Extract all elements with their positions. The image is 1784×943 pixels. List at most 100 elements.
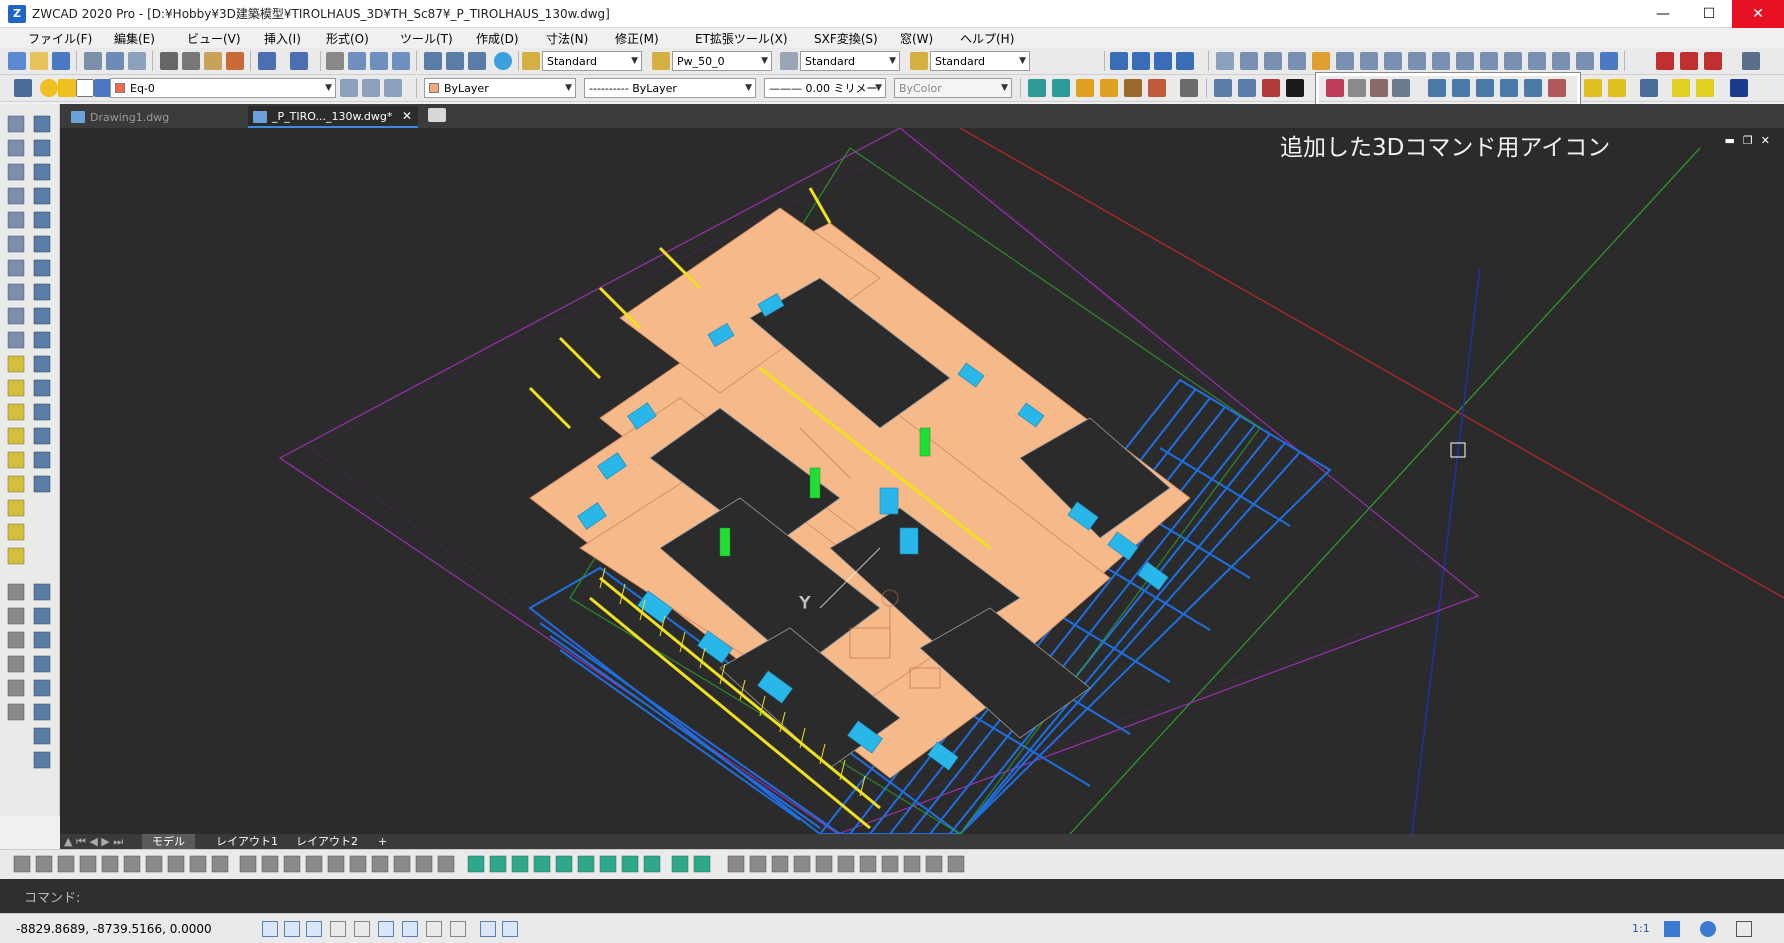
linetype-dropdown[interactable]: ---------- ByLayer ▼ <box>584 78 756 98</box>
multileader-style-dropdown[interactable]: Standard ▼ <box>930 51 1030 71</box>
osnap-toggle-icon[interactable] <box>354 921 370 937</box>
cut-icon[interactable] <box>160 52 178 70</box>
menu-help[interactable]: ヘルプ(H) <box>960 30 1014 47</box>
zoom-previous-icon[interactable] <box>392 52 410 70</box>
extend-icon[interactable] <box>1456 52 1474 70</box>
snap-toggle-icon[interactable] <box>284 921 300 937</box>
menu-sxf[interactable]: SXF変換(S) <box>814 30 878 47</box>
tab-close-button[interactable]: ✕ <box>402 109 412 123</box>
settings-gear-icon[interactable] <box>1700 921 1716 937</box>
design-center-icon[interactable] <box>446 52 464 70</box>
redo-icon[interactable] <box>290 52 308 70</box>
plot-icon[interactable] <box>84 52 102 70</box>
match-properties-icon[interactable] <box>226 52 244 70</box>
dim-style-icon[interactable] <box>652 52 670 70</box>
viewport-restore-button[interactable]: ❐ <box>1743 134 1753 147</box>
light-2-icon[interactable] <box>1100 79 1118 97</box>
array-icon[interactable] <box>1312 52 1330 70</box>
custom-b-icon[interactable] <box>1608 79 1626 97</box>
layer-previous-2-icon[interactable] <box>362 79 380 97</box>
custom-cmd-4-icon[interactable] <box>1742 52 1760 70</box>
help-icon[interactable] <box>494 52 512 70</box>
zoom-realtime-icon[interactable] <box>348 52 366 70</box>
minimize-button[interactable]: — <box>1640 0 1686 28</box>
menu-dimension[interactable]: 寸法(N) <box>546 30 588 47</box>
erase-icon[interactable] <box>1216 52 1234 70</box>
ortho-toggle-icon[interactable] <box>306 921 322 937</box>
plotstyle-dropdown[interactable]: ByColor ▼ <box>894 78 1012 98</box>
mirror-icon[interactable] <box>1264 52 1282 70</box>
lineweight-toggle-icon[interactable] <box>426 921 442 937</box>
paste-icon[interactable] <box>204 52 222 70</box>
custom-a-icon[interactable] <box>1584 79 1602 97</box>
view-1-icon[interactable] <box>1028 79 1046 97</box>
color-dropdown[interactable]: ByLayer ▼ <box>424 78 576 98</box>
table-style-icon[interactable] <box>780 52 798 70</box>
text-style-dropdown[interactable]: Standard ▼ <box>542 51 642 71</box>
tab-layout1[interactable]: レイアウト1 <box>216 834 278 849</box>
stretch-icon[interactable] <box>1408 52 1426 70</box>
explode-icon[interactable] <box>1576 52 1594 70</box>
lock-icon[interactable] <box>1180 79 1198 97</box>
grid-toggle-icon[interactable] <box>262 921 278 937</box>
menu-view[interactable]: ビュー(V) <box>187 30 241 47</box>
annotation-scale[interactable]: 1:1 <box>1632 922 1650 935</box>
multileader-style-icon[interactable] <box>910 52 928 70</box>
viewport-minimize-button[interactable]: ▬ <box>1725 134 1735 147</box>
menu-et-tools[interactable]: ET拡張ツール(X) <box>695 30 788 47</box>
vd-icon[interactable] <box>1286 79 1304 97</box>
zoom-window-icon[interactable] <box>370 52 388 70</box>
chamfer-icon[interactable] <box>1528 52 1546 70</box>
open-file-icon[interactable] <box>30 52 48 70</box>
custom-cmd-2-icon[interactable] <box>1680 52 1698 70</box>
fillet-icon[interactable] <box>1552 52 1570 70</box>
properties-icon[interactable] <box>424 52 442 70</box>
copy-icon[interactable] <box>182 52 200 70</box>
fullscreen-icon[interactable] <box>1736 921 1752 937</box>
table-style-dropdown[interactable]: Standard ▼ <box>800 51 900 71</box>
polar-toggle-icon[interactable] <box>330 921 346 937</box>
annotation-monitor-icon[interactable] <box>502 921 518 937</box>
otrack-toggle-icon[interactable] <box>378 921 394 937</box>
menu-edit[interactable]: 編集(E) <box>114 30 155 47</box>
workspace-icon[interactable] <box>1664 921 1680 937</box>
join-icon[interactable] <box>1504 52 1522 70</box>
custom-cmd-1-icon[interactable] <box>1656 52 1674 70</box>
view-2-icon[interactable] <box>1052 79 1070 97</box>
dynamic-input-toggle-icon[interactable] <box>402 921 418 937</box>
make-current-icon[interactable] <box>340 79 358 97</box>
break-icon[interactable] <box>1480 52 1498 70</box>
tab-model[interactable]: モデル <box>142 834 195 849</box>
layer-lock-icon[interactable] <box>76 79 94 97</box>
bottom-toolbar-icons[interactable] <box>0 850 1784 880</box>
custom-e-icon[interactable] <box>1696 79 1714 97</box>
layer-on-icon[interactable] <box>40 79 58 97</box>
layer-states-2-icon[interactable] <box>384 79 402 97</box>
tab-layout2[interactable]: レイアウト2 <box>296 834 358 849</box>
undo-icon[interactable] <box>258 52 276 70</box>
custom-cmd-3-icon[interactable] <box>1704 52 1722 70</box>
offset-icon[interactable] <box>1288 52 1306 70</box>
move-icon[interactable] <box>1336 52 1354 70</box>
tab-active-drawing[interactable]: _P_TIRO..._130w.dwg* ✕ <box>248 106 418 128</box>
layer-match-icon[interactable] <box>1132 52 1150 70</box>
menu-file[interactable]: ファイル(F) <box>28 30 92 47</box>
tab-drawing1[interactable]: Drawing1.dwg <box>66 106 246 128</box>
viewport-close-button[interactable]: ✕ <box>1761 134 1770 147</box>
pan-icon[interactable] <box>326 52 344 70</box>
insert-block-icon[interactable] <box>1262 79 1280 97</box>
plot-preview-icon[interactable] <box>106 52 124 70</box>
layer-previous-icon[interactable] <box>1154 52 1172 70</box>
close-button[interactable]: ✕ <box>1732 0 1784 28</box>
menu-draw[interactable]: 作成(D) <box>476 30 519 47</box>
save-icon[interactable] <box>52 52 70 70</box>
copy-object-icon[interactable] <box>1240 52 1258 70</box>
render-icon[interactable] <box>1124 79 1142 97</box>
command-line[interactable]: コマンド: <box>0 879 1784 913</box>
custom-save-icon[interactable] <box>1730 79 1748 97</box>
material-icon[interactable] <box>1148 79 1166 97</box>
menu-insert[interactable]: 挿入(I) <box>264 30 301 47</box>
layer-freeze-icon[interactable] <box>58 79 76 97</box>
xref-icon[interactable] <box>1214 79 1232 97</box>
layer-manager-icon[interactable] <box>14 79 32 97</box>
